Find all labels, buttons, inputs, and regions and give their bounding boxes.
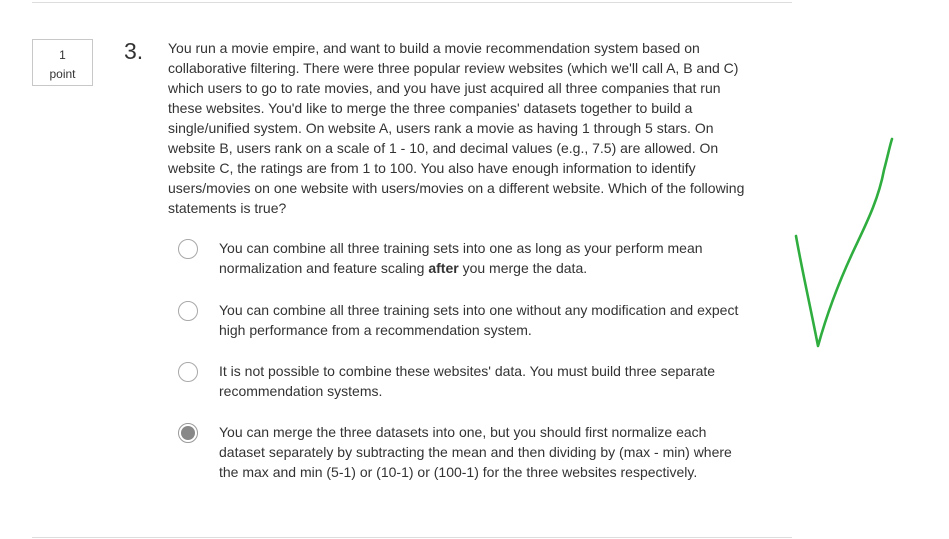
points-value: 1: [59, 48, 66, 62]
option-3-label: It is not possible to combine these webs…: [219, 363, 716, 399]
option-2-label: You can combine all three training sets …: [219, 302, 739, 338]
top-divider: [32, 2, 792, 3]
bottom-divider: [32, 537, 792, 538]
option-4-radio[interactable]: [178, 423, 198, 443]
points-label: point: [49, 67, 76, 81]
points-badge: 1 point: [32, 39, 93, 86]
question-text: You run a movie empire, and want to buil…: [168, 40, 745, 216]
option-4-label: You can merge the three datasets into on…: [219, 424, 732, 480]
option-2-radio[interactable]: [178, 301, 198, 321]
option-1-label: You can combine all three training sets …: [219, 240, 703, 276]
option-3-radio[interactable]: [178, 362, 198, 382]
option-1-emphasis: after: [428, 260, 459, 276]
option-1-radio[interactable]: [178, 239, 198, 259]
checkmark-icon: [794, 137, 894, 348]
question-number: 3.: [124, 38, 144, 64]
